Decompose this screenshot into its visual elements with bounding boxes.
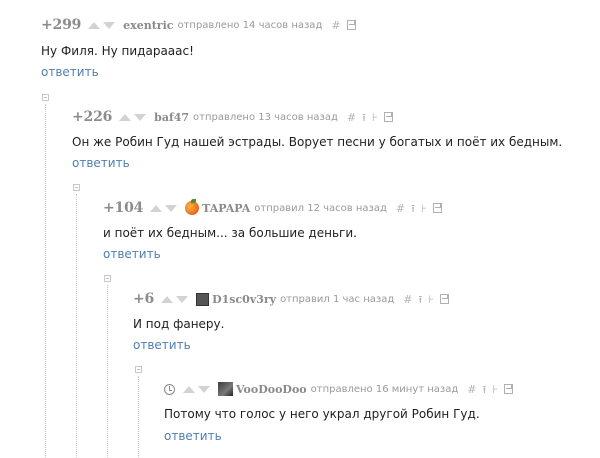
collapse-thread-icon[interactable]	[42, 94, 49, 101]
collapse-thread-icon[interactable]	[73, 184, 80, 191]
comment-actions: # ⭱ ⊦	[403, 294, 450, 305]
save-icon[interactable]	[383, 112, 393, 122]
comment-timestamp: отправлено 14 часов назад	[177, 19, 323, 31]
comment-rating: +226	[72, 109, 113, 125]
thread-branch-icon[interactable]: ⊦	[421, 203, 427, 214]
reply-link[interactable]: ответить	[164, 429, 222, 443]
save-icon[interactable]	[440, 294, 450, 304]
vote-down-icon[interactable]	[165, 204, 178, 212]
parent-comment-icon[interactable]: ⭱	[418, 294, 422, 305]
comment-header: VooDooDoo отправлено 16 минут назад # ⭱ …	[164, 380, 514, 398]
comment-text: Ну Филя. Ну пидарааас!	[41, 44, 194, 58]
permalink-icon[interactable]: #	[331, 20, 340, 31]
comment-author[interactable]: TAPAPA	[202, 202, 250, 215]
comment-rating: +299	[41, 17, 82, 33]
permalink-icon[interactable]: #	[396, 203, 405, 214]
parent-comment-icon[interactable]: ⭱	[362, 112, 366, 123]
save-icon[interactable]	[346, 20, 356, 30]
vote-down-icon[interactable]	[134, 113, 147, 121]
comment-actions: # ⭱ ⊦	[347, 112, 393, 123]
comment-timestamp: отправил 12 часов назад	[254, 202, 387, 214]
vote-down-icon[interactable]	[198, 385, 210, 393]
reply-link[interactable]: ответить	[133, 338, 191, 352]
vote-up-icon[interactable]	[161, 295, 174, 303]
parent-comment-icon[interactable]: ⭱	[483, 384, 487, 395]
clock-icon	[164, 383, 175, 395]
comment-timestamp: отправил 1 час назад	[280, 293, 395, 305]
collapse-thread-icon[interactable]	[104, 275, 111, 282]
thread-branch-icon[interactable]: ⊦	[372, 112, 378, 123]
thread-line	[138, 376, 139, 458]
vote-up-icon[interactable]	[183, 385, 195, 393]
comment-header: +226 baf47 отправлено 13 часов назад # ⭱…	[72, 108, 393, 126]
thread-line	[107, 285, 108, 458]
comment-text: Он же Робин Гуд нашей эстрады. Ворует пе…	[72, 135, 563, 149]
comment-timestamp: отправлено 13 часов назад	[193, 111, 338, 123]
user-avatar-peach-icon	[185, 199, 200, 215]
reply-link[interactable]: ответить	[41, 65, 99, 79]
user-avatar-icon	[218, 382, 233, 396]
comment-actions: # ⭱ ⊦	[467, 384, 514, 395]
comment-rating: +6	[133, 291, 155, 307]
thread-line	[76, 194, 77, 458]
comment-timestamp: отправлено 16 минут назад	[310, 383, 459, 395]
comment-text: и поёт их бедным... за большие деньги.	[103, 226, 357, 240]
comment-rating: +104	[103, 200, 144, 216]
thread-branch-icon[interactable]: ⊦	[428, 294, 434, 305]
comment-text: И под фанеру.	[133, 317, 225, 331]
comment-author[interactable]: D1sc0v3ry	[212, 293, 276, 306]
reply-link[interactable]: ответить	[72, 156, 130, 170]
comment-author[interactable]: VooDooDoo	[236, 383, 307, 396]
parent-comment-icon[interactable]: ⭱	[411, 203, 415, 214]
user-avatar-icon	[196, 292, 210, 306]
save-icon[interactable]	[504, 384, 514, 394]
vote-up-icon[interactable]	[150, 204, 163, 212]
comment-author[interactable]: exentric	[123, 19, 173, 32]
save-icon[interactable]	[432, 203, 442, 213]
comment-actions: #	[331, 20, 356, 31]
vote-down-icon[interactable]	[103, 21, 116, 29]
vote-up-icon[interactable]	[119, 113, 132, 121]
comment-text: Потому что голос у него украл другой Роб…	[164, 407, 480, 421]
reply-link[interactable]: ответить	[103, 247, 161, 261]
collapse-thread-icon[interactable]	[135, 366, 142, 373]
comment-actions: # ⭱ ⊦	[396, 203, 442, 214]
permalink-icon[interactable]: #	[467, 384, 476, 395]
thread-branch-icon[interactable]: ⊦	[492, 384, 498, 395]
permalink-icon[interactable]: #	[347, 112, 356, 123]
comment-author[interactable]: baf47	[154, 111, 189, 124]
vote-down-icon[interactable]	[176, 295, 189, 303]
comment-header: +104 TAPAPA отправил 12 часов назад # ⭱ …	[103, 199, 442, 217]
vote-up-icon[interactable]	[88, 21, 101, 29]
thread-line	[45, 104, 46, 458]
comment-header: +299 exentric отправлено 14 часов назад …	[41, 16, 356, 34]
comment-header: +6 D1sc0v3ry отправил 1 час назад # ⭱ ⊦	[133, 290, 450, 308]
permalink-icon[interactable]: #	[403, 294, 412, 305]
